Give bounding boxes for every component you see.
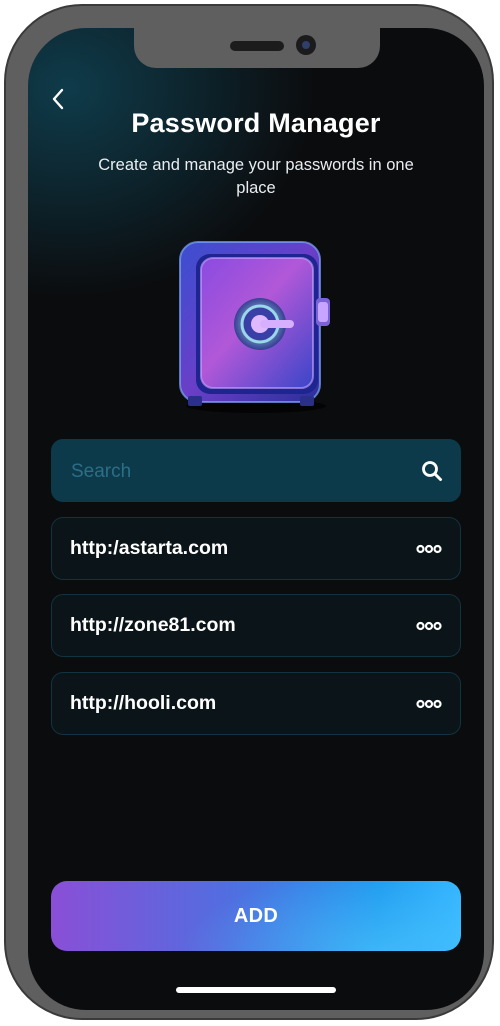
- more-icon[interactable]: [416, 540, 442, 558]
- search-input[interactable]: [69, 439, 403, 504]
- search-icon[interactable]: [421, 460, 443, 482]
- search-bar: [51, 439, 461, 504]
- phone-frame: Password Manager Create and manage your …: [4, 4, 494, 1020]
- front-camera: [296, 35, 316, 55]
- password-item-url: http://hooli.com: [70, 692, 217, 714]
- password-item-url: http://zone81.com: [70, 614, 236, 636]
- password-item[interactable]: http://hooli.com: [51, 672, 461, 735]
- add-button[interactable]: ADD: [51, 881, 461, 951]
- app-screen: Password Manager Create and manage your …: [28, 28, 484, 1010]
- home-indicator[interactable]: [176, 987, 336, 993]
- more-icon[interactable]: [416, 695, 442, 713]
- password-item[interactable]: http://zone81.com: [51, 594, 461, 657]
- page-title: Password Manager: [131, 108, 381, 138]
- safe-illustration: [168, 228, 338, 418]
- page-subtitle: Create and manage your passwords in one …: [98, 156, 414, 197]
- password-item-url: http:/astarta.com: [70, 537, 229, 559]
- password-item[interactable]: http:/astarta.com: [51, 517, 461, 580]
- speaker-grille: [230, 41, 284, 51]
- device-notch: [134, 28, 380, 68]
- more-icon[interactable]: [416, 617, 442, 635]
